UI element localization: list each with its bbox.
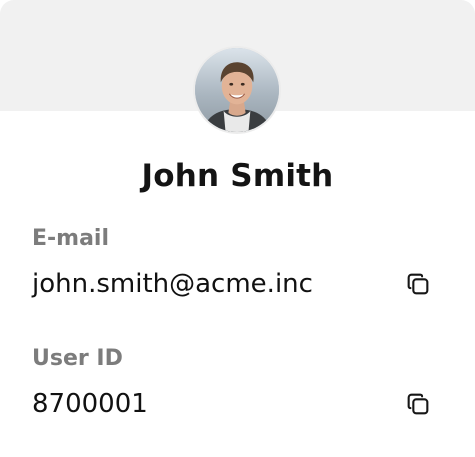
email-label: E-mail (32, 226, 110, 251)
copy-user-id-button[interactable] (402, 388, 434, 420)
avatar-photo (195, 48, 279, 132)
user-id-label: User ID (32, 346, 123, 371)
copy-email-button[interactable] (402, 268, 434, 300)
profile-card: John Smith E-mail john.smith@acme.inc Us… (0, 0, 475, 457)
user-name: John Smith (141, 158, 334, 194)
email-value: john.smith@acme.inc (32, 269, 313, 299)
avatar (193, 46, 281, 134)
copy-icon (407, 393, 429, 415)
copy-icon (407, 273, 429, 295)
user-id-value: 8700001 (32, 389, 148, 419)
